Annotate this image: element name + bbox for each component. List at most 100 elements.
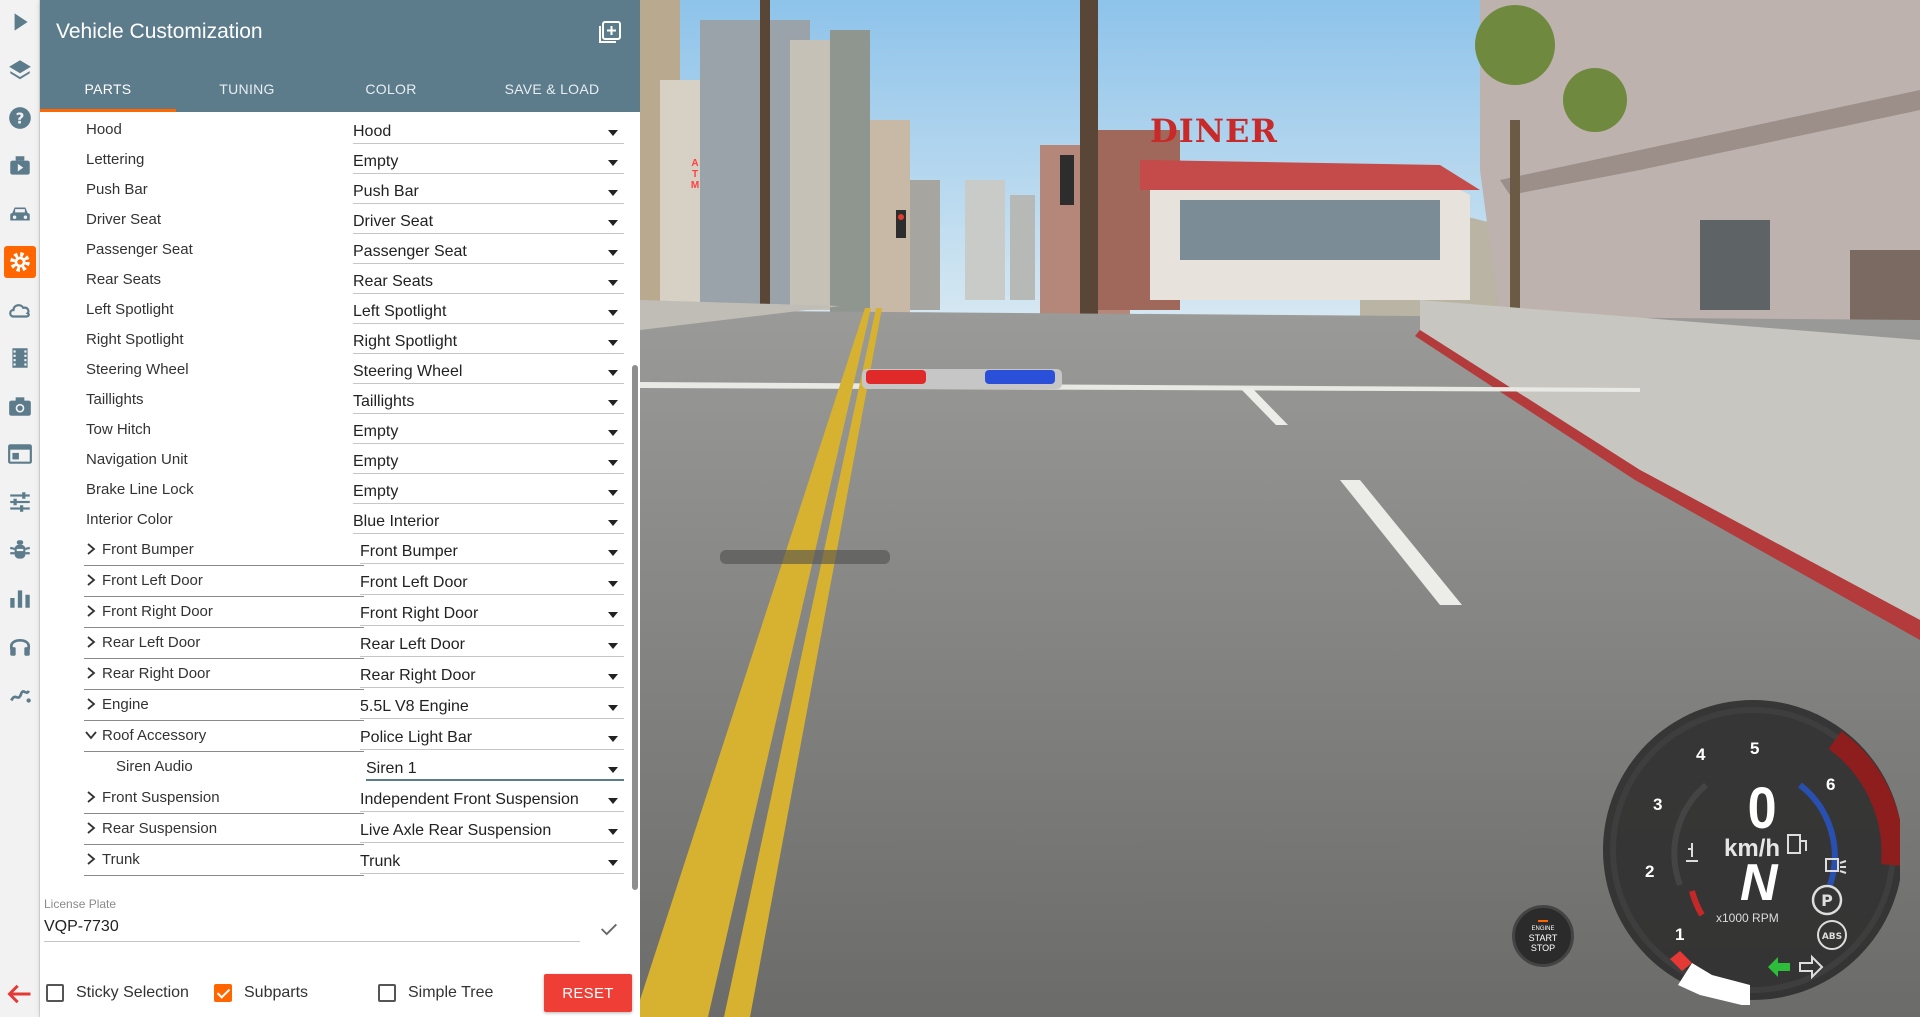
part-select[interactable]: Passenger Seat	[353, 238, 624, 264]
tab-parts-label: PARTS	[84, 81, 132, 97]
scenario-icon[interactable]	[4, 150, 36, 182]
light-bar-shadow	[720, 550, 890, 564]
tab-color[interactable]: COLOR	[318, 66, 464, 112]
part-label: Steering Wheel	[86, 361, 189, 378]
part-select[interactable]: Siren 1	[366, 755, 624, 781]
tree-divider	[84, 596, 364, 597]
part-label: Right Spotlight	[86, 331, 184, 348]
panel-title: Vehicle Customization	[56, 20, 263, 43]
sticky-selection-toggle[interactable]: Sticky Selection	[46, 984, 189, 1002]
part-row: Lettering Empty	[40, 146, 626, 176]
chevron-right-icon[interactable]	[84, 790, 98, 804]
add-window-icon[interactable]	[598, 20, 622, 44]
part-select[interactable]: Empty	[353, 478, 624, 504]
chevron-right-icon[interactable]	[84, 604, 98, 618]
part-select[interactable]: Front Bumper	[360, 538, 624, 564]
chevron-right-icon[interactable]	[84, 852, 98, 866]
sticky-selection-checkbox[interactable]	[46, 984, 64, 1002]
chevron-right-icon[interactable]	[84, 635, 98, 649]
part-label: Rear Suspension	[102, 820, 218, 837]
layers-icon[interactable]	[4, 54, 36, 86]
engine-start-stop-button[interactable]: ENGINE START STOP	[1512, 905, 1574, 967]
part-select[interactable]: Left Spotlight	[353, 298, 624, 324]
tree-divider	[84, 813, 364, 814]
parts-list-scrollbar[interactable]	[632, 365, 638, 890]
abs-label: ABS	[1822, 932, 1842, 942]
house-window	[1700, 220, 1770, 310]
part-select[interactable]: Steering Wheel	[353, 358, 624, 384]
license-plate-input[interactable]: VQP-7730	[44, 912, 580, 942]
options-sliders-icon[interactable]	[4, 486, 36, 518]
part-select-value: Driver Seat	[353, 213, 434, 230]
app-layout-icon[interactable]	[4, 438, 36, 470]
audio-headphones-icon[interactable]	[4, 630, 36, 662]
tab-parts[interactable]: PARTS	[40, 66, 176, 112]
part-select-value: 5.5L V8 Engine	[360, 698, 469, 715]
dropdown-caret-icon	[608, 190, 618, 196]
debug-bug-icon[interactable]	[4, 534, 36, 566]
vehicle-customization-panel: Vehicle Customization PARTS TUNING COLOR…	[40, 0, 640, 1017]
part-select[interactable]: Police Light Bar	[360, 724, 624, 750]
chevron-right-icon[interactable]	[84, 697, 98, 711]
atm-sign: ATM	[690, 158, 700, 191]
subparts-checkbox[interactable]	[214, 984, 232, 1002]
chevron-right-icon[interactable]	[84, 666, 98, 680]
part-row: Push Bar Push Bar	[40, 176, 626, 206]
part-label: Siren Audio	[116, 758, 193, 775]
help-icon[interactable]: ?	[4, 102, 36, 134]
part-select[interactable]: Right Spotlight	[353, 328, 624, 354]
simple-tree-label: Simple Tree	[408, 984, 494, 1001]
chevron-right-icon[interactable]	[84, 573, 98, 587]
part-select[interactable]: Taillights	[353, 388, 624, 414]
chevron-right-icon[interactable]	[84, 542, 98, 556]
part-select-value: Passenger Seat	[353, 243, 467, 260]
rpm-tick-2: 2	[1645, 862, 1655, 881]
vehicle-icon[interactable]	[4, 198, 36, 230]
part-select[interactable]: Empty	[353, 418, 624, 444]
part-select[interactable]: Rear Left Door	[360, 631, 624, 657]
tab-save-load[interactable]: SAVE & LOAD	[464, 66, 640, 112]
part-select[interactable]: Live Axle Rear Suspension	[360, 817, 624, 843]
part-select[interactable]: Front Right Door	[360, 600, 624, 626]
engine-label: ENGINE	[1531, 925, 1555, 932]
part-select[interactable]: Driver Seat	[353, 208, 624, 234]
part-select[interactable]: Push Bar	[353, 178, 624, 204]
part-select[interactable]: Blue Interior	[353, 508, 624, 534]
simple-tree-toggle[interactable]: Simple Tree	[378, 984, 493, 1002]
part-select-value: Blue Interior	[353, 513, 440, 530]
replay-film-icon[interactable]	[4, 342, 36, 374]
chevron-right-icon[interactable]	[84, 821, 98, 835]
part-label: Left Spotlight	[86, 301, 174, 318]
part-select[interactable]: Front Left Door	[360, 569, 624, 595]
part-row: Front Right Door Front Right Door	[40, 598, 626, 628]
part-select[interactable]: Rear Seats	[353, 268, 624, 294]
part-row: Steering Wheel Steering Wheel	[40, 356, 626, 386]
subparts-toggle[interactable]: Subparts	[214, 984, 308, 1002]
play-icon[interactable]	[4, 6, 36, 38]
part-select[interactable]: Empty	[353, 448, 624, 474]
part-select-value: Rear Right Door	[360, 667, 476, 684]
part-select[interactable]: Empty	[353, 148, 624, 174]
part-select-value: Siren 1	[366, 760, 417, 777]
distant-tower-2	[1010, 195, 1035, 300]
part-select[interactable]: Hood	[353, 118, 624, 144]
part-select[interactable]: Trunk	[360, 848, 624, 874]
back-arrow-icon[interactable]	[6, 980, 34, 1008]
distant-tower	[965, 180, 1005, 300]
tab-tuning[interactable]: TUNING	[176, 66, 318, 112]
environment-cloud-icon[interactable]	[4, 294, 36, 326]
start-label: START	[1528, 932, 1558, 943]
performance-chart-icon[interactable]	[4, 582, 36, 614]
customization-gear-icon[interactable]	[4, 246, 36, 278]
part-select[interactable]: Independent Front Suspension	[360, 786, 624, 812]
simple-tree-checkbox[interactable]	[378, 984, 396, 1002]
confirm-check-icon[interactable]	[598, 918, 620, 940]
part-select[interactable]: 5.5L V8 Engine	[360, 693, 624, 719]
part-select[interactable]: Rear Right Door	[360, 662, 624, 688]
dropdown-caret-icon	[608, 705, 618, 711]
modding-icon[interactable]	[4, 678, 36, 710]
reset-button[interactable]: RESET	[544, 974, 632, 1012]
chevron-down-icon[interactable]	[84, 728, 98, 742]
stop-label: STOP	[1530, 942, 1556, 953]
camera-icon[interactable]	[4, 390, 36, 422]
